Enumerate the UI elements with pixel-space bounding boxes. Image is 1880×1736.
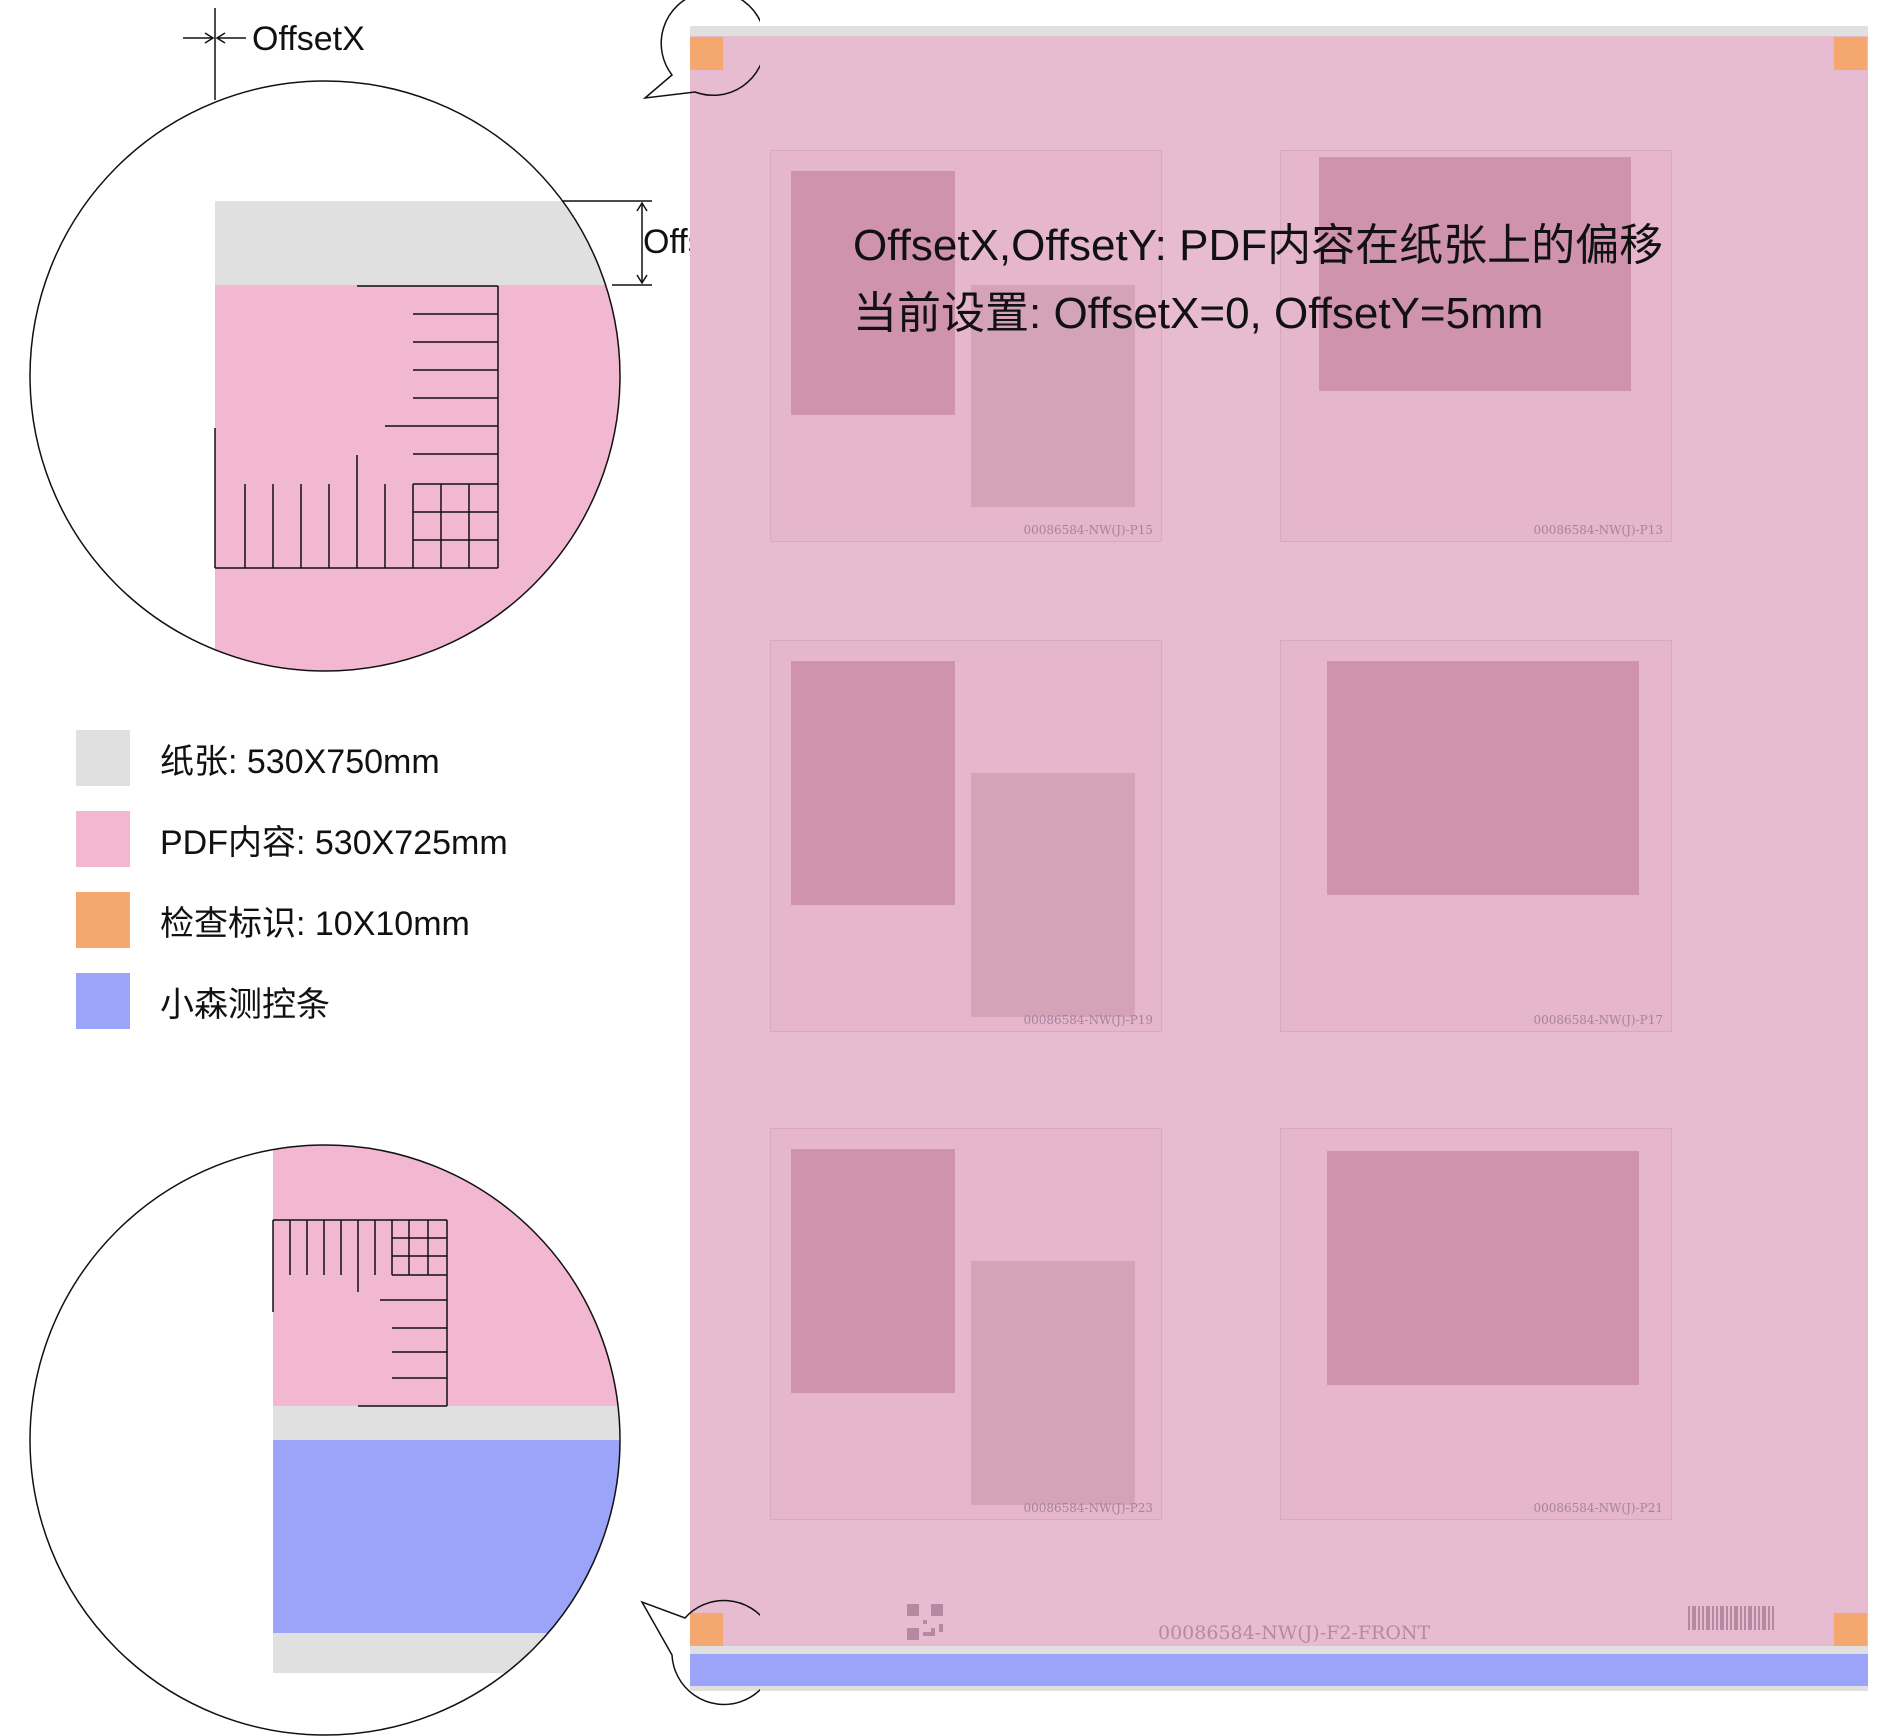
legend-item-paper: 纸张: 530X750mm — [76, 730, 508, 786]
legend-swatch-control-strip — [76, 973, 130, 1029]
cell-code: 00086584-NW(J)-P19 — [1023, 1013, 1153, 1027]
cell-code: 00086584-NW(J)-P15 — [1023, 523, 1153, 537]
cell-code: 00086584-NW(J)-P17 — [1533, 1013, 1663, 1027]
photo — [791, 1149, 955, 1393]
zoom-pdf-area — [215, 285, 620, 671]
offset-x-indicator — [183, 8, 246, 100]
zoom-paper-bottom — [273, 1633, 620, 1673]
legend-item-control-strip: 小森测控条 — [76, 973, 508, 1029]
cell-code: 00086584-NW(J)-P21 — [1533, 1501, 1663, 1515]
legend-item-pdf: PDF内容: 530X725mm — [76, 811, 508, 867]
cell-code: 00086584-NW(J)-P13 — [1533, 523, 1663, 537]
legend-label-check-mark: 检查标识: 10X10mm — [160, 904, 470, 943]
control-strip — [690, 1654, 1868, 1686]
check-mark-top-right — [1834, 37, 1867, 70]
photo — [791, 661, 955, 905]
legend-label-paper: 纸张: 530X750mm — [160, 742, 440, 781]
cell-code: 00086584-NW(J)-P23 — [1023, 1501, 1153, 1515]
heading: OffsetX,OffsetY: PDF内容在纸张上的偏移 当前设置: Offs… — [853, 212, 1663, 348]
photo-cell: 00086584-NW(J)-P17 — [1280, 640, 1672, 1032]
zoom-control-strip — [273, 1440, 620, 1633]
callout-bubbles — [640, 0, 760, 1706]
legend-swatch-paper — [76, 730, 130, 786]
qr-code-icon — [907, 1604, 943, 1640]
legend-swatch-check-mark — [76, 892, 130, 948]
legend-swatch-pdf — [76, 811, 130, 867]
heading-line-2: 当前设置: OffsetX=0, OffsetY=5mm — [853, 289, 1544, 338]
zoom-bottom-circle — [29, 1144, 621, 1736]
photo — [971, 1261, 1135, 1505]
photo — [1327, 661, 1639, 895]
sheet-footer-code: 00086584-NW(J)-F2-FRONT — [1158, 1622, 1431, 1644]
photo-cell: 00086584-NW(J)-P19 — [770, 640, 1162, 1032]
heading-line-1: OffsetX,OffsetY: PDF内容在纸张上的偏移 — [853, 221, 1664, 270]
legend-label-control-strip: 小森测控条 — [160, 985, 330, 1024]
zoom-top-circle: OffsetX OffsetY — [29, 8, 690, 672]
zoom-pdf-area-bottom — [273, 1145, 620, 1406]
photo — [971, 773, 1135, 1017]
photo-cell: 00086584-NW(J)-P23 — [770, 1128, 1162, 1520]
legend-label-pdf: PDF内容: 530X725mm — [160, 823, 508, 862]
offset-x-label: OffsetX — [252, 20, 365, 58]
photo — [1327, 1151, 1639, 1385]
legend: 纸张: 530X750mm PDF内容: 530X725mm 检查标识: 10X… — [76, 730, 508, 1054]
legend-item-check-mark: 检查标识: 10X10mm — [76, 892, 508, 948]
barcode-icon — [1688, 1606, 1774, 1630]
photo-cell: 00086584-NW(J)-P21 — [1280, 1128, 1672, 1520]
check-mark-bottom-right — [1834, 1613, 1867, 1646]
zoom-paper-gap — [273, 1406, 620, 1440]
